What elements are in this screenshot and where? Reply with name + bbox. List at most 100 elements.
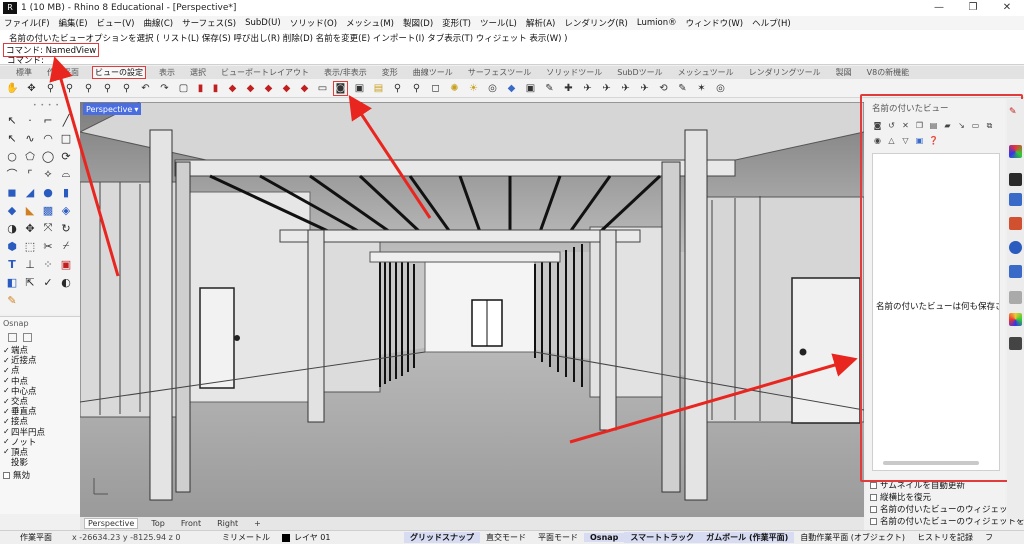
analyze-icon[interactable]: ◐ xyxy=(57,273,75,291)
car-icon[interactable]: ◆ xyxy=(225,81,240,96)
rectangle-icon[interactable]: □ xyxy=(57,129,75,147)
split-icon[interactable]: ✂ xyxy=(39,237,57,255)
paint-icon[interactable]: ✎ xyxy=(3,291,21,309)
tab-solid-tools[interactable]: ソリッドツール xyxy=(544,67,604,78)
camera-icon[interactable] xyxy=(1009,337,1022,350)
zoom-extents-icon[interactable]: ⚲ xyxy=(62,81,77,96)
plane-icon[interactable]: ✈ xyxy=(618,81,633,96)
open-folder-icon[interactable]: ▰ xyxy=(942,120,953,131)
tab-curve-tools[interactable]: 曲線ツール xyxy=(411,67,455,78)
compass-icon[interactable]: ◎ xyxy=(713,81,728,96)
gumball-toggle[interactable]: ガムボール (作業平面) xyxy=(700,532,795,543)
ortho-toggle[interactable]: 直交モード xyxy=(480,532,532,543)
option-auto-update-thumbnail[interactable]: サムネイルを自動更新 xyxy=(870,479,1024,491)
plane-icon[interactable]: ✈ xyxy=(580,81,595,96)
tab-set-view[interactable]: ビューの設定 xyxy=(92,66,146,79)
auto-cplane-toggle[interactable]: 自動作業平面 (オブジェクト) xyxy=(794,532,911,543)
array-icon[interactable]: ⁘ xyxy=(39,255,57,273)
toolbox-grip[interactable]: • • • • xyxy=(33,102,60,109)
menu-curve[interactable]: 曲線(C) xyxy=(144,17,174,29)
freeform-icon[interactable]: ∿ xyxy=(21,129,39,147)
zoom-icon[interactable]: ⚲ xyxy=(100,81,115,96)
rotate-tool-icon[interactable]: ↻ xyxy=(57,219,75,237)
grid-snap-toggle[interactable]: グリッドスナップ xyxy=(404,532,480,543)
menu-edit[interactable]: 編集(E) xyxy=(59,17,88,29)
rename-icon[interactable]: ▭ xyxy=(970,120,981,131)
viewport-title-label[interactable]: Perspective ▾ xyxy=(83,103,142,115)
import-icon[interactable]: ↘ xyxy=(956,120,967,131)
move-up-icon[interactable]: △ xyxy=(886,135,897,146)
chevron-down-icon[interactable]: ▾ xyxy=(134,105,138,114)
offset-icon[interactable]: ⌒ xyxy=(3,165,21,183)
menu-file[interactable]: ファイル(F) xyxy=(4,17,50,29)
osnap-item-project[interactable]: 投影 xyxy=(3,457,45,468)
smarttrack-toggle[interactable]: スマートトラック xyxy=(624,532,701,543)
block-icon[interactable]: ◧ xyxy=(3,273,21,291)
render-icon[interactable] xyxy=(1009,217,1022,230)
minimize-button[interactable]: — xyxy=(922,0,956,16)
color-icon[interactable] xyxy=(1009,313,1022,326)
perspective-viewport[interactable] xyxy=(80,102,864,517)
checkbox-checked-icon[interactable]: ✓ xyxy=(3,346,11,355)
environment-icon[interactable] xyxy=(1009,241,1022,254)
menu-surface[interactable]: サーフェス(S) xyxy=(182,17,236,29)
named-cplane-icon[interactable]: ▣ xyxy=(352,81,367,96)
viewport-icon[interactable]: ▤ xyxy=(371,81,386,96)
undo-view-icon[interactable]: ↶ xyxy=(138,81,153,96)
polyline-icon[interactable]: ⌐ xyxy=(39,111,57,129)
properties-icon[interactable]: ✎ xyxy=(1009,107,1022,120)
pen-icon[interactable]: ✎ xyxy=(675,81,690,96)
tab-front[interactable]: Front xyxy=(178,519,204,528)
box-icon[interactable]: ▣ xyxy=(523,81,538,96)
menu-view[interactable]: ビュー(V) xyxy=(97,17,135,29)
menu-analyze[interactable]: 解析(A) xyxy=(526,17,555,29)
brush-icon[interactable]: ✎ xyxy=(542,81,557,96)
show-widget-icon[interactable]: ◉ xyxy=(872,135,883,146)
tab-viewport-layout[interactable]: ビューポートレイアウト xyxy=(219,67,311,78)
rotate-360-icon[interactable]: ⟲ xyxy=(656,81,671,96)
menu-solid[interactable]: ソリッド(O) xyxy=(290,17,337,29)
sphere-icon[interactable]: ● xyxy=(39,183,57,201)
option-restore-aspect[interactable]: 縦横比を復元 xyxy=(870,491,1024,503)
tab-display[interactable]: 表示 xyxy=(157,67,177,78)
join-icon[interactable]: ⬢ xyxy=(3,237,21,255)
checkbox-empty-icon[interactable] xyxy=(3,471,10,479)
help-icon[interactable]: ❓ xyxy=(928,135,939,146)
checkbox-checked-icon[interactable]: ✓ xyxy=(3,407,11,416)
paste-view-icon[interactable]: ▤ xyxy=(928,120,939,131)
menu-help[interactable]: ヘルプ(H) xyxy=(752,17,791,29)
tab-surface-tools[interactable]: サーフェスツール xyxy=(466,67,534,78)
checkbox-checked-icon[interactable]: ✓ xyxy=(3,427,11,436)
menu-dimension[interactable]: 製図(D) xyxy=(403,17,433,29)
zoom-window-icon[interactable]: ⚲ xyxy=(43,81,58,96)
named-views-icon[interactable] xyxy=(1009,291,1022,304)
subd-icon[interactable]: ◈ xyxy=(57,201,75,219)
star-icon[interactable]: ✶ xyxy=(694,81,709,96)
tab-subd-tools[interactable]: SubDツール xyxy=(615,67,664,78)
checkbox-checked-icon[interactable]: ✓ xyxy=(3,376,11,385)
boolean-icon[interactable]: ◑ xyxy=(3,219,21,237)
render-icon[interactable]: ◆ xyxy=(504,81,519,96)
osnap-disable[interactable]: 無効 xyxy=(3,469,30,481)
car-icon[interactable]: ◆ xyxy=(279,81,294,96)
command-prompt[interactable]: コマンド: xyxy=(7,54,44,66)
arc-icon[interactable]: ◠ xyxy=(39,129,57,147)
zoom-selected-icon[interactable]: ⚲ xyxy=(81,81,96,96)
checkbox-checked-icon[interactable]: ✓ xyxy=(3,417,11,426)
tab-perspective[interactable]: Perspective xyxy=(84,518,139,529)
zoom-extents-all-icon[interactable]: ⚲ xyxy=(119,81,134,96)
camera-drive-icon[interactable]: ▭ xyxy=(315,81,330,96)
close-button[interactable]: ✕ xyxy=(990,0,1024,16)
lumion-icon[interactable] xyxy=(1009,265,1022,278)
menu-render[interactable]: レンダリング(R) xyxy=(564,17,628,29)
dimension-icon[interactable]: ⊥ xyxy=(21,255,39,273)
joystick-icon[interactable]: ✚ xyxy=(561,81,576,96)
zoom-target-icon[interactable]: ⚲ xyxy=(409,81,424,96)
check-icon[interactable]: ✓ xyxy=(39,273,57,291)
duplicate-icon[interactable]: ⧉ xyxy=(984,120,995,131)
planar-toggle[interactable]: 平面モード xyxy=(532,532,584,543)
cylinder-icon[interactable]: ▮ xyxy=(57,183,75,201)
checkbox-checked-icon[interactable]: ✓ xyxy=(3,356,11,365)
option-widget-2[interactable]: 名前の付いたビューのウィジェットを xyxy=(870,515,1024,527)
maximize-button[interactable]: ❐ xyxy=(956,0,990,16)
